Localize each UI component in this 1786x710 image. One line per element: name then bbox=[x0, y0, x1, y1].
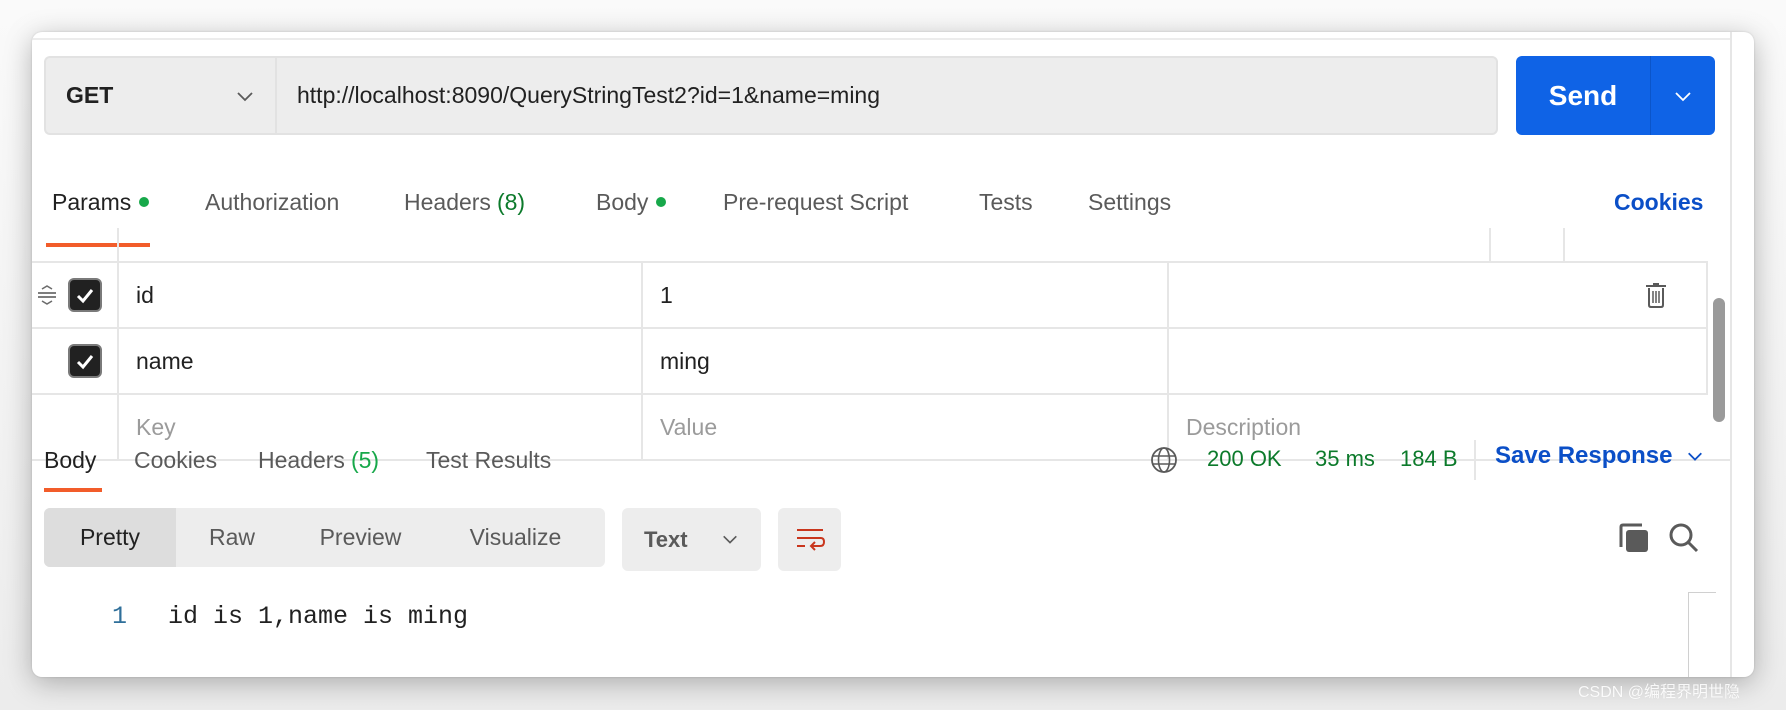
params-indicator-dot bbox=[139, 197, 150, 207]
row-divider bbox=[32, 393, 1708, 395]
cookies-link[interactable]: Cookies bbox=[1614, 182, 1703, 222]
view-mode-segmented-control: Pretty Raw Preview Visualize bbox=[44, 508, 605, 567]
response-body-editor[interactable]: 1 id is 1,name is ming bbox=[32, 592, 1682, 640]
tab-tests[interactable]: Tests bbox=[979, 182, 1033, 222]
top-divider bbox=[32, 38, 1730, 40]
status-code[interactable]: 200 OK bbox=[1207, 446, 1282, 472]
view-mode-preview[interactable]: Preview bbox=[288, 508, 433, 567]
chevron-down-icon bbox=[1675, 91, 1691, 101]
chevron-down-icon bbox=[1688, 452, 1703, 461]
view-mode-pretty[interactable]: Pretty bbox=[44, 508, 176, 567]
tab-label: Cookies bbox=[134, 446, 218, 473]
param-key[interactable]: id bbox=[136, 263, 154, 327]
line-text: id is 1,name is ming bbox=[168, 602, 469, 631]
response-size[interactable]: 184 B bbox=[1400, 446, 1458, 472]
drag-handle-icon[interactable] bbox=[36, 284, 58, 306]
response-tab-cookies[interactable]: Cookies bbox=[134, 440, 217, 480]
line-number: 1 bbox=[112, 602, 128, 631]
search-icon[interactable] bbox=[1668, 522, 1700, 554]
param-value[interactable]: 1 bbox=[660, 263, 673, 327]
response-tab-headers[interactable]: Headers (5) bbox=[258, 440, 379, 480]
response-tabs: Body Cookies Headers (5) Test Results 20… bbox=[32, 428, 1730, 498]
body-indicator-dot bbox=[656, 197, 667, 207]
view-mode-visualize[interactable]: Visualize bbox=[433, 508, 598, 567]
chevron-down-icon bbox=[723, 535, 737, 544]
postman-request-window: GET http://localhost:8090/QueryStringTes… bbox=[32, 32, 1754, 677]
tab-label: Body bbox=[596, 188, 649, 215]
status-divider bbox=[1474, 440, 1476, 480]
response-tab-test-results[interactable]: Test Results bbox=[426, 440, 551, 480]
send-button-group: Send bbox=[1516, 56, 1715, 135]
tab-label: Tests bbox=[979, 188, 1033, 215]
checkmark-icon bbox=[76, 355, 94, 370]
tab-label: Headers bbox=[258, 446, 345, 473]
params-scrollbar[interactable] bbox=[1713, 298, 1725, 422]
tab-pre-request-script[interactable]: Pre-request Script bbox=[723, 182, 908, 222]
save-response-button[interactable]: Save Response bbox=[1495, 442, 1704, 470]
url-text: http://localhost:8090/QueryStringTest2?i… bbox=[297, 82, 881, 108]
method-select[interactable]: GET bbox=[44, 56, 275, 135]
send-button[interactable]: Send bbox=[1516, 56, 1650, 135]
tab-label: Params bbox=[52, 188, 132, 215]
headers-count: (8) bbox=[496, 188, 526, 215]
tab-label: Settings bbox=[1088, 188, 1172, 215]
tab-body[interactable]: Body bbox=[596, 182, 667, 222]
globe-icon[interactable] bbox=[1150, 446, 1178, 474]
format-select-value: Text bbox=[644, 526, 688, 552]
wrap-lines-icon bbox=[796, 528, 825, 551]
param-enabled-checkbox[interactable] bbox=[68, 344, 102, 378]
checkmark-icon bbox=[76, 289, 94, 304]
tab-label: Pre-request Script bbox=[723, 188, 909, 215]
trash-icon[interactable] bbox=[1645, 282, 1667, 308]
editor-minimap-edge bbox=[1688, 592, 1716, 677]
tab-headers[interactable]: Headers (8) bbox=[404, 182, 525, 222]
tab-label: Test Results bbox=[426, 446, 552, 473]
request-tabs: Params Authorization Headers (8) Body Pr… bbox=[32, 182, 1730, 247]
view-mode-raw[interactable]: Raw bbox=[176, 508, 288, 567]
tab-params[interactable]: Params bbox=[52, 182, 150, 222]
table-right-border bbox=[1706, 261, 1708, 395]
headers-count: (5) bbox=[350, 446, 380, 473]
param-key[interactable]: name bbox=[136, 329, 194, 393]
column-divider bbox=[1563, 228, 1565, 262]
url-input[interactable]: http://localhost:8090/QueryStringTest2?i… bbox=[275, 56, 1498, 135]
right-panel-divider bbox=[1730, 32, 1732, 677]
response-time[interactable]: 35 ms bbox=[1315, 446, 1375, 472]
params-table: id 1 name ming Key Value Description bbox=[32, 228, 1730, 461]
tab-authorization[interactable]: Authorization bbox=[205, 182, 339, 222]
tab-label: Authorization bbox=[205, 188, 340, 215]
param-value[interactable]: ming bbox=[660, 329, 710, 393]
response-tab-body[interactable]: Body bbox=[44, 440, 96, 480]
copy-icon[interactable] bbox=[1618, 522, 1650, 554]
wrap-lines-button[interactable] bbox=[778, 508, 841, 571]
param-description[interactable] bbox=[1186, 329, 1686, 393]
tab-label: Headers bbox=[404, 188, 491, 215]
send-options-button[interactable] bbox=[1650, 56, 1715, 135]
save-response-label: Save Response bbox=[1495, 442, 1673, 469]
tab-settings[interactable]: Settings bbox=[1088, 182, 1171, 222]
chevron-down-icon bbox=[237, 92, 253, 102]
column-divider bbox=[117, 228, 119, 262]
watermark: CSDN @编程界明世隐 bbox=[1578, 684, 1741, 701]
method-label: GET bbox=[66, 82, 114, 108]
column-divider bbox=[1489, 228, 1491, 262]
tab-label: Body bbox=[44, 446, 97, 473]
active-response-tab-underline bbox=[44, 488, 102, 492]
param-description[interactable] bbox=[1186, 263, 1686, 327]
format-select[interactable]: Text bbox=[622, 508, 761, 571]
param-enabled-checkbox[interactable] bbox=[68, 278, 102, 312]
